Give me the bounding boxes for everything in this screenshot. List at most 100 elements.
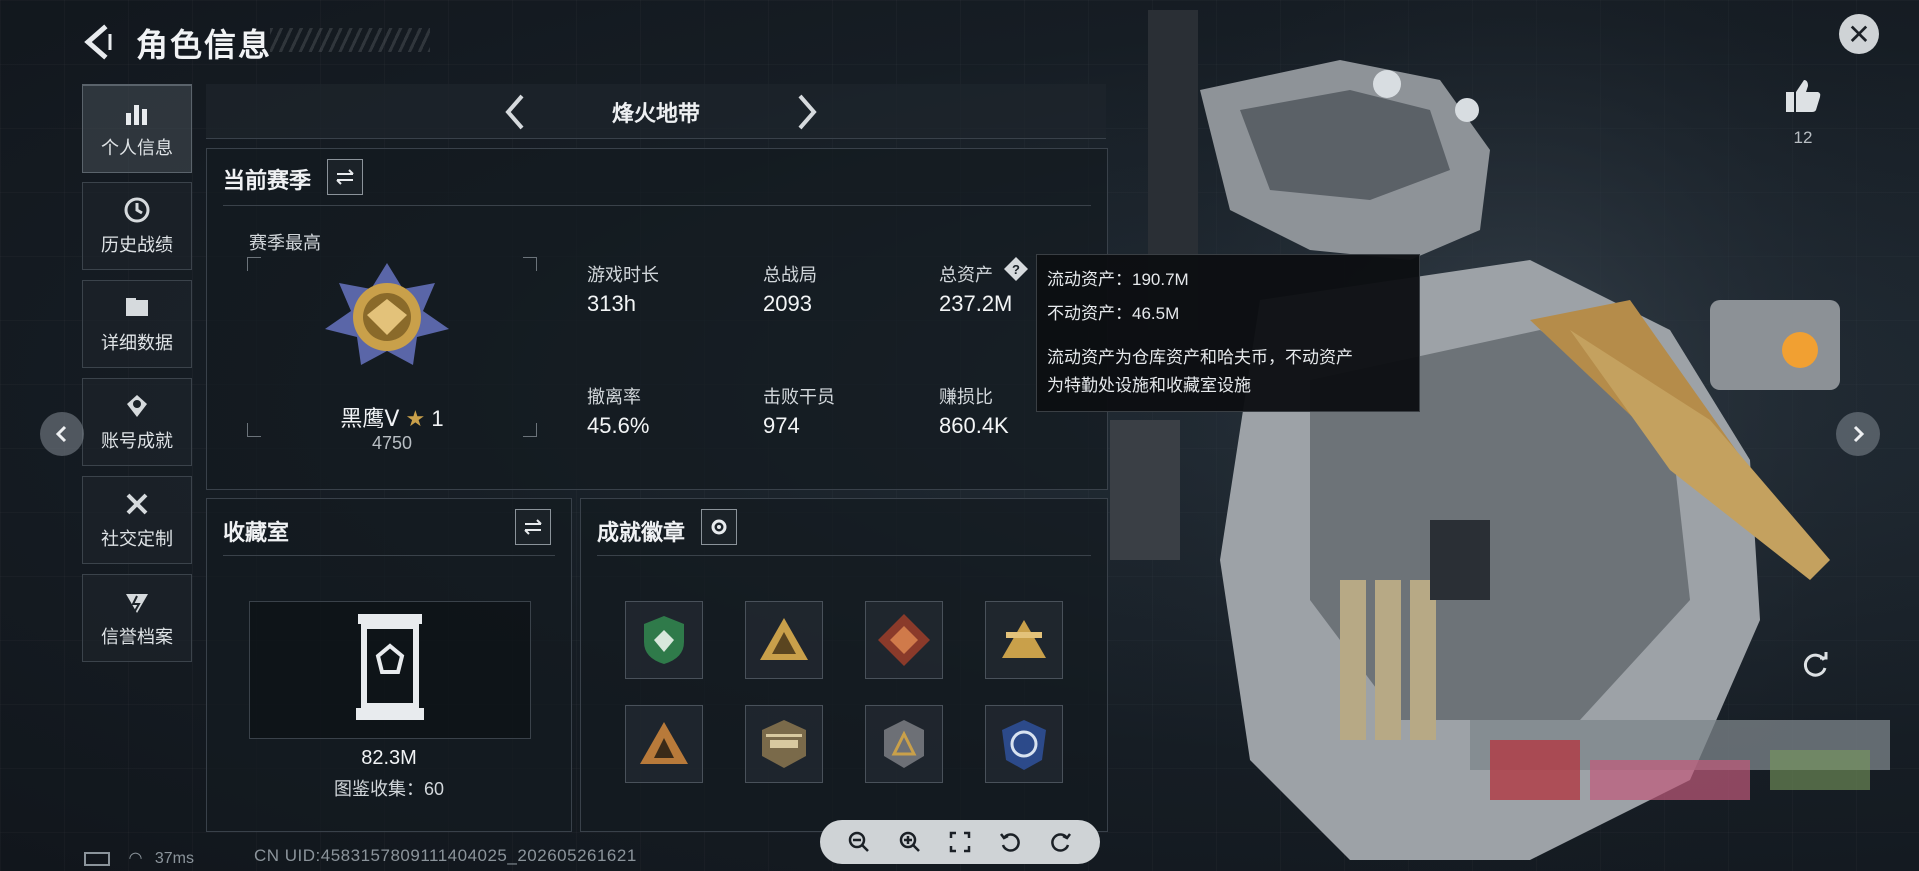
badges-panel: 成就徽章 <box>580 498 1108 832</box>
nav-label: 个人信息 <box>101 138 173 158</box>
zoom-in-icon <box>899 831 920 852</box>
badge-silver-triangle[interactable] <box>865 705 943 783</box>
close-button[interactable]: ✕ <box>1839 14 1879 54</box>
chevron-right-icon <box>1853 425 1865 443</box>
swap-icon <box>336 169 354 185</box>
asset-info-button[interactable]: ? <box>1003 256 1029 282</box>
dragon-diamond-badge-icon <box>878 614 930 666</box>
silver-triangle-badge-icon <box>884 720 924 768</box>
back-arrow-icon <box>84 24 112 60</box>
rotate-left-button[interactable] <box>996 828 1024 856</box>
swap-icon <box>524 519 542 535</box>
stat-profit-label: 赚损比 <box>939 387 993 407</box>
gear-icon <box>711 519 727 535</box>
nav-item-history[interactable]: 历史战绩 <box>82 182 192 270</box>
nav-item-credit[interactable]: 信誉档案 <box>82 574 192 662</box>
stat-extract-value: 45.6% <box>587 413 650 438</box>
rotate-icon <box>1803 652 1828 677</box>
ping-text: 37ms <box>154 850 194 867</box>
divider <box>597 555 1091 556</box>
gold-triangle-badge-icon <box>760 618 808 660</box>
tooltip-desc-2: 为特勤处设施和收藏室设施 <box>1047 376 1251 395</box>
mode-next-button[interactable] <box>786 90 826 134</box>
close-icon: ✕ <box>1847 18 1871 50</box>
star-icon: ★ <box>405 406 426 431</box>
question-diamond-icon: ? <box>1004 257 1028 281</box>
zoom-out-icon <box>848 831 870 852</box>
thumbs-up-icon <box>1786 80 1821 112</box>
nav-label: 信誉档案 <box>101 627 173 647</box>
nav-item-detail-data[interactable]: 详细数据 <box>82 280 192 368</box>
badge-helicopter[interactable] <box>745 705 823 783</box>
stat-playtime-label: 游戏时长 <box>587 265 659 285</box>
like-button[interactable] <box>1784 78 1822 119</box>
bar-chart-icon <box>122 98 152 128</box>
zoom-out-button[interactable] <box>845 828 873 856</box>
nav-item-social[interactable]: 社交定制 <box>82 476 192 564</box>
tooltip-desc-1: 流动资产为仓库资产和哈夫币，不动资产 <box>1047 348 1353 367</box>
tooltip-fixed: 不动资产：46.5M <box>1047 304 1180 323</box>
nav-item-personal-info[interactable]: 个人信息 <box>82 84 192 173</box>
credit-shield-icon <box>122 587 152 617</box>
blue-emblem-badge-icon <box>1002 720 1046 770</box>
season-title: 当前赛季 <box>223 168 312 193</box>
badge-blue-emblem[interactable] <box>985 705 1063 783</box>
bronze-triangle-badge-icon <box>640 722 688 764</box>
rotate-left-icon <box>1000 833 1021 852</box>
fullscreen-button[interactable] <box>946 828 974 856</box>
collection-title: 收藏室 <box>223 520 290 545</box>
next-page-button[interactable] <box>1836 412 1880 456</box>
folder-icon <box>122 293 152 323</box>
nav-label: 账号成就 <box>101 431 173 451</box>
helicopter-badge-icon <box>762 720 806 768</box>
collection-switch-button[interactable] <box>515 509 551 545</box>
chevron-right-icon <box>798 94 817 130</box>
svg-text:?: ? <box>1012 262 1020 277</box>
badges-settings-button[interactable] <box>701 509 737 545</box>
rank-name: 黑鹰Ⅴ <box>340 406 400 431</box>
green-shield-badge-icon <box>644 616 684 664</box>
display-case-icon <box>356 614 424 720</box>
stat-matches-label: 总战局 <box>763 265 817 285</box>
stat-profit-value: 860.4K <box>939 413 1009 438</box>
mode-selector: 烽火地带 <box>206 84 1106 139</box>
rotate-right-icon <box>1050 833 1071 852</box>
rank-name-line: 黑鹰Ⅴ ★ 1 <box>207 401 577 433</box>
nav-item-achievements[interactable]: 账号成就 <box>82 378 192 466</box>
page-title: 角色信息 <box>136 27 273 63</box>
badge-bronze-triangle[interactable] <box>625 705 703 783</box>
gold-winged-badge-icon <box>1002 620 1046 658</box>
mode-name: 烽火地带 <box>611 101 700 126</box>
stat-kills-value: 974 <box>763 413 800 438</box>
title-decoration <box>270 28 430 52</box>
like-count: 12 <box>1793 128 1813 147</box>
rank-points: 4750 <box>371 433 413 453</box>
tooltip-liquid: 流动资产：190.7M <box>1047 270 1189 289</box>
collection-panel: 收藏室 82.3M 图鉴收集：60 <box>206 498 572 832</box>
history-clock-icon <box>122 195 152 225</box>
zoom-in-button[interactable] <box>896 828 924 856</box>
season-panel: 当前赛季 赛季最高 黑鹰Ⅴ ★ 1 4750 游戏时长 313h 总战局 209… <box>206 148 1108 490</box>
badge-gold-triangle[interactable] <box>745 601 823 679</box>
badge-gold-winged[interactable] <box>985 601 1063 679</box>
back-button[interactable] <box>80 24 116 60</box>
model-toolbar <box>820 820 1100 864</box>
badge-dragon-diamond[interactable] <box>865 601 943 679</box>
badge-green-shield[interactable] <box>625 601 703 679</box>
fullscreen-icon <box>949 831 971 853</box>
prev-page-button[interactable] <box>40 412 84 456</box>
stat-assets-label: 总资产 <box>939 265 993 285</box>
divider <box>223 555 555 556</box>
rotate-model-button[interactable] <box>1800 650 1830 685</box>
collection-display[interactable] <box>249 601 531 739</box>
achievement-icon <box>122 391 152 421</box>
collection-value: 82.3M <box>361 747 417 769</box>
rotate-right-button[interactable] <box>1047 828 1075 856</box>
stat-playtime-value: 313h <box>587 291 636 316</box>
nav-label: 历史战绩 <box>101 235 173 255</box>
asset-tooltip: 流动资产：190.7M 不动资产：46.5M 流动资产为仓库资产和哈夫币，不动资… <box>1036 254 1420 412</box>
stat-matches-value: 2093 <box>763 291 812 316</box>
divider <box>223 205 1091 206</box>
season-switch-button[interactable] <box>327 159 363 195</box>
wifi-icon: ◠ <box>128 850 143 867</box>
